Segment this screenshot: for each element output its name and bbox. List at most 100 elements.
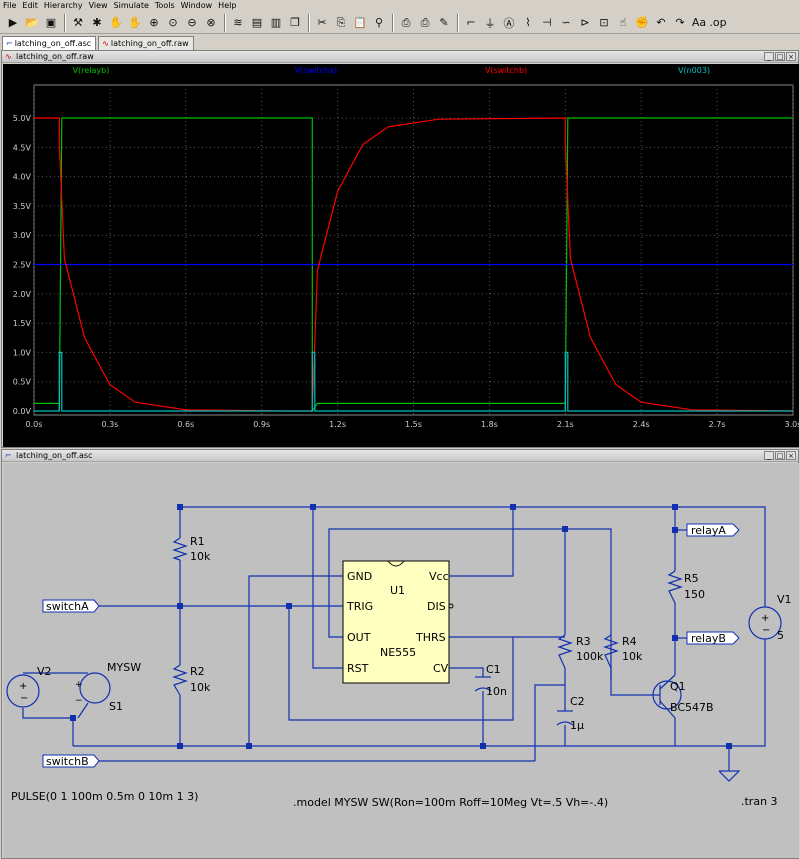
legend-entry[interactable]: V(n003) xyxy=(678,66,710,75)
legend-entry[interactable]: V(switcha) xyxy=(295,66,337,75)
x-tick-label: 0.9s xyxy=(253,420,270,429)
redo-icon[interactable]: ↷ xyxy=(671,14,689,32)
x-tick-label: 1.5s xyxy=(405,420,422,429)
v2-name: V2 xyxy=(37,665,52,678)
run-icon-2[interactable]: ✱ xyxy=(88,14,106,32)
inductor-icon[interactable]: ∽ xyxy=(557,14,575,32)
svg-text:−: − xyxy=(762,625,770,636)
menu-simulate[interactable]: Simulate xyxy=(111,0,152,12)
undo-icon[interactable]: ↶ xyxy=(652,14,670,32)
pulse-directive: PULSE(0 1 100m 0.5m 0 10m 1 3) xyxy=(11,790,198,803)
svg-text:+: + xyxy=(761,613,769,624)
component-icon[interactable]: ⊡ xyxy=(595,14,613,32)
menu-help[interactable]: Help xyxy=(215,0,239,12)
maximize-button[interactable]: □ xyxy=(775,52,785,61)
u1-part: NE555 xyxy=(380,646,416,659)
toolbar-separator xyxy=(64,13,66,32)
zoom-out-icon[interactable]: ⊖ xyxy=(183,14,201,32)
find-icon[interactable]: ⚲ xyxy=(370,14,388,32)
y-tick-label: 2.0V xyxy=(13,290,32,299)
svg-text:−: − xyxy=(20,693,28,704)
tab-waveform[interactable]: ∿ latching_on_off.raw xyxy=(98,36,194,50)
r4-value: 10k xyxy=(622,650,643,663)
x-tick-label: 2.1s xyxy=(557,420,574,429)
text-icon[interactable]: Aa xyxy=(690,14,708,32)
c2-name: C2 xyxy=(570,695,585,708)
menu-tools[interactable]: Tools xyxy=(152,0,178,12)
control-panel-icon[interactable]: ⚒ xyxy=(69,14,87,32)
r2-name: R2 xyxy=(190,665,205,678)
paste-icon[interactable]: 📋 xyxy=(351,14,369,32)
cascade-icon[interactable]: ❐ xyxy=(286,14,304,32)
schematic-window-icon: ⌐ xyxy=(5,451,12,460)
halt-icon[interactable]: ✋ xyxy=(107,14,125,32)
u1-name: U1 xyxy=(390,584,405,597)
menu-window[interactable]: Window xyxy=(178,0,216,12)
tab-label: latching_on_off.asc xyxy=(14,39,92,48)
minimize-button[interactable]: _ xyxy=(764,52,774,61)
print-icon[interactable]: ⎙ xyxy=(397,14,415,32)
maximize-button[interactable]: □ xyxy=(775,451,785,460)
c1-name: C1 xyxy=(486,663,501,676)
menu-file[interactable]: File xyxy=(0,0,19,12)
y-tick-label: 0.0V xyxy=(13,407,32,416)
capacitor-icon[interactable]: ⊣ xyxy=(538,14,556,32)
schematic-icon: ⌐ xyxy=(6,39,13,48)
zoom-cancel-icon[interactable]: ⊗ xyxy=(202,14,220,32)
y-tick-label: 4.5V xyxy=(13,143,32,152)
legend-entry[interactable]: V(relayb) xyxy=(73,66,110,75)
r4-name: R4 xyxy=(622,635,637,648)
x-tick-label: 1.8s xyxy=(481,420,498,429)
cut-icon[interactable]: ✂ xyxy=(313,14,331,32)
tile-vertical-icon[interactable]: ▥ xyxy=(267,14,285,32)
menu-view[interactable]: View xyxy=(86,0,111,12)
c2-value: 1µ xyxy=(570,719,584,732)
tab-schematic[interactable]: ⌐ latching_on_off.asc xyxy=(2,36,97,50)
legend-entry[interactable]: V(switchb) xyxy=(485,66,527,75)
waveform-plot[interactable]: 0.0s 0.3s 0.6s 0.9s 1.2s 1.5s 1.8s 2.1s 2.4s 2.7s… xyxy=(3,64,799,447)
zoom-full-icon[interactable]: ⊙ xyxy=(164,14,182,32)
save-icon[interactable]: ▣ xyxy=(42,14,60,32)
toolbar-separator xyxy=(457,13,459,32)
document-tabs: ⌐ latching_on_off.asc ∿ latching_on_off.ra… xyxy=(0,34,800,50)
r3-value: 100k xyxy=(576,650,604,663)
ground-icon[interactable]: ⏚ xyxy=(481,14,499,32)
autorange-icon[interactable]: ≋ xyxy=(229,14,247,32)
diode-icon[interactable]: ⊳ xyxy=(576,14,594,32)
svg-text:−: − xyxy=(75,696,83,706)
schematic-canvas[interactable]: GND TRIG OUT RST Vcc DIS THRS CV U1 NE55… xyxy=(3,463,799,858)
window-title: latching_on_off.asc xyxy=(16,451,93,460)
pencil-icon[interactable]: ✎ xyxy=(435,14,453,32)
minimize-button[interactable]: _ xyxy=(764,451,774,460)
v1-value: 5 xyxy=(777,629,784,642)
x-tick-label: 0.0s xyxy=(26,420,43,429)
x-tick-label: 0.3s xyxy=(101,420,118,429)
pin-dis: DIS xyxy=(427,600,446,613)
hand-icon[interactable]: ☝ xyxy=(614,14,632,32)
s1-name: S1 xyxy=(109,700,123,713)
spice-directive-icon[interactable]: .op xyxy=(709,14,727,32)
label-icon[interactable]: Ⓐ xyxy=(500,14,518,32)
pan-icon[interactable]: ✋ xyxy=(126,14,144,32)
waveform-titlebar: ∿ latching_on_off.raw _ □ × xyxy=(2,51,798,63)
x-tick-label: 2.7s xyxy=(709,420,726,429)
menu-edit[interactable]: Edit xyxy=(19,0,41,12)
toolbar-separator xyxy=(308,13,310,32)
run-icon[interactable]: ▶ xyxy=(4,14,22,32)
open-icon[interactable]: 📂 xyxy=(23,14,41,32)
drag-icon[interactable]: ✊ xyxy=(633,14,651,32)
menu-hierarchy[interactable]: Hierarchy xyxy=(41,0,86,12)
close-button[interactable]: × xyxy=(786,451,796,460)
c1-value: 10n xyxy=(486,685,507,698)
resistor-icon[interactable]: ⌇ xyxy=(519,14,537,32)
copy-icon[interactable]: ⎘ xyxy=(332,14,350,32)
v1-name: V1 xyxy=(777,593,792,606)
wire-icon[interactable]: ⌐ xyxy=(462,14,480,32)
close-button[interactable]: × xyxy=(786,52,796,61)
print-preview-icon[interactable]: ⎙ xyxy=(416,14,434,32)
zoom-in-icon[interactable]: ⊕ xyxy=(145,14,163,32)
pin-vcc: Vcc xyxy=(429,570,449,583)
tab-label: latching_on_off.raw xyxy=(110,39,189,48)
r3-name: R3 xyxy=(576,635,591,648)
tile-horizontal-icon[interactable]: ▤ xyxy=(248,14,266,32)
